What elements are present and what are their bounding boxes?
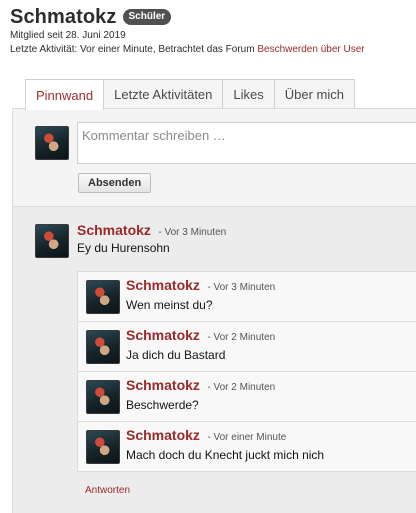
last-activity-text: Letzte Aktivität: Vor einer Minute, Betr… bbox=[10, 44, 258, 55]
reply-time: - Vor 3 Minuten bbox=[207, 282, 276, 293]
reply-time: - Vor 2 Minuten bbox=[207, 332, 276, 343]
username-row: Schmatokz Schüler bbox=[10, 5, 416, 29]
member-since: Mitglied seit 28. Juni 2019 bbox=[10, 30, 126, 41]
avatar[interactable] bbox=[35, 126, 69, 160]
reply-list: Schmatokz - Vor 3 Minuten Wen meinst du?… bbox=[77, 271, 416, 472]
avatar[interactable] bbox=[35, 224, 69, 258]
avatar[interactable] bbox=[86, 280, 120, 314]
profile-header: Schmatokz Schüler Mitglied seit 28. Juni… bbox=[10, 5, 416, 57]
tab-letzte-aktivitaeten[interactable]: Letzte Aktivitäten bbox=[103, 79, 224, 109]
reply-author-link[interactable]: Schmatokz bbox=[126, 277, 200, 293]
list-item: Schmatokz - Vor einer Minute Mach doch d… bbox=[77, 421, 416, 472]
avatar[interactable] bbox=[86, 430, 120, 464]
last-activity: Letzte Aktivität: Vor einer Minute, Betr… bbox=[10, 43, 416, 57]
post-author-link[interactable]: Schmatokz bbox=[77, 222, 151, 238]
last-activity-forum-link[interactable]: Beschwerden über User bbox=[257, 44, 364, 55]
list-item: Schmatokz - Vor 2 Minuten Beschwerde? bbox=[77, 371, 416, 422]
submit-button[interactable]: Absenden bbox=[78, 173, 152, 193]
list-item: Schmatokz - Vor 2 Minuten Ja dich du Bas… bbox=[77, 321, 416, 372]
reply-author-link[interactable]: Schmatokz bbox=[126, 327, 200, 343]
profile-username: Schmatokz bbox=[10, 5, 117, 28]
reply-header: Schmatokz - Vor einer Minute bbox=[126, 427, 286, 445]
reply-time: - Vor einer Minute bbox=[207, 432, 287, 443]
post-time: - Vor 3 Minuten bbox=[158, 227, 227, 238]
reply-header: Schmatokz - Vor 2 Minuten bbox=[126, 327, 275, 345]
reply-text: Wen meinst du? bbox=[126, 298, 213, 312]
profile-post: Schmatokz - Vor 3 Minuten Ey du Hurensoh… bbox=[13, 207, 416, 513]
reply-header: Schmatokz - Vor 3 Minuten bbox=[126, 277, 275, 295]
avatar[interactable] bbox=[86, 380, 120, 414]
reply-author-link[interactable]: Schmatokz bbox=[126, 427, 200, 443]
reply-text: Beschwerde? bbox=[126, 398, 199, 412]
post-header: Schmatokz - Vor 3 Minuten bbox=[77, 222, 226, 240]
reply-text: Ja dich du Bastard bbox=[126, 348, 226, 362]
post-text: Ey du Hurensohn bbox=[77, 241, 170, 255]
profile-tabs: Pinnwand Letzte Aktivitäten Likes Über m… bbox=[25, 79, 355, 110]
user-title-badge: Schüler bbox=[122, 9, 172, 25]
reply-link[interactable]: Antworten bbox=[85, 485, 130, 496]
comment-input[interactable] bbox=[77, 122, 416, 164]
tab-ueber-mich[interactable]: Über mich bbox=[273, 79, 355, 109]
reply-time: - Vor 2 Minuten bbox=[207, 382, 276, 393]
tab-likes[interactable]: Likes bbox=[222, 79, 275, 109]
reply-header: Schmatokz - Vor 2 Minuten bbox=[126, 377, 275, 395]
reply-text: Mach doch du Knecht juckt mich nich bbox=[126, 448, 325, 462]
list-item: Schmatokz - Vor 3 Minuten Wen meinst du? bbox=[77, 271, 416, 322]
tab-pinnwand[interactable]: Pinnwand bbox=[25, 79, 105, 110]
profile-wall-panel: Absenden Schmatokz - Vor 3 Minuten Ey du… bbox=[12, 108, 416, 513]
reply-author-link[interactable]: Schmatokz bbox=[126, 377, 200, 393]
avatar[interactable] bbox=[86, 330, 120, 364]
